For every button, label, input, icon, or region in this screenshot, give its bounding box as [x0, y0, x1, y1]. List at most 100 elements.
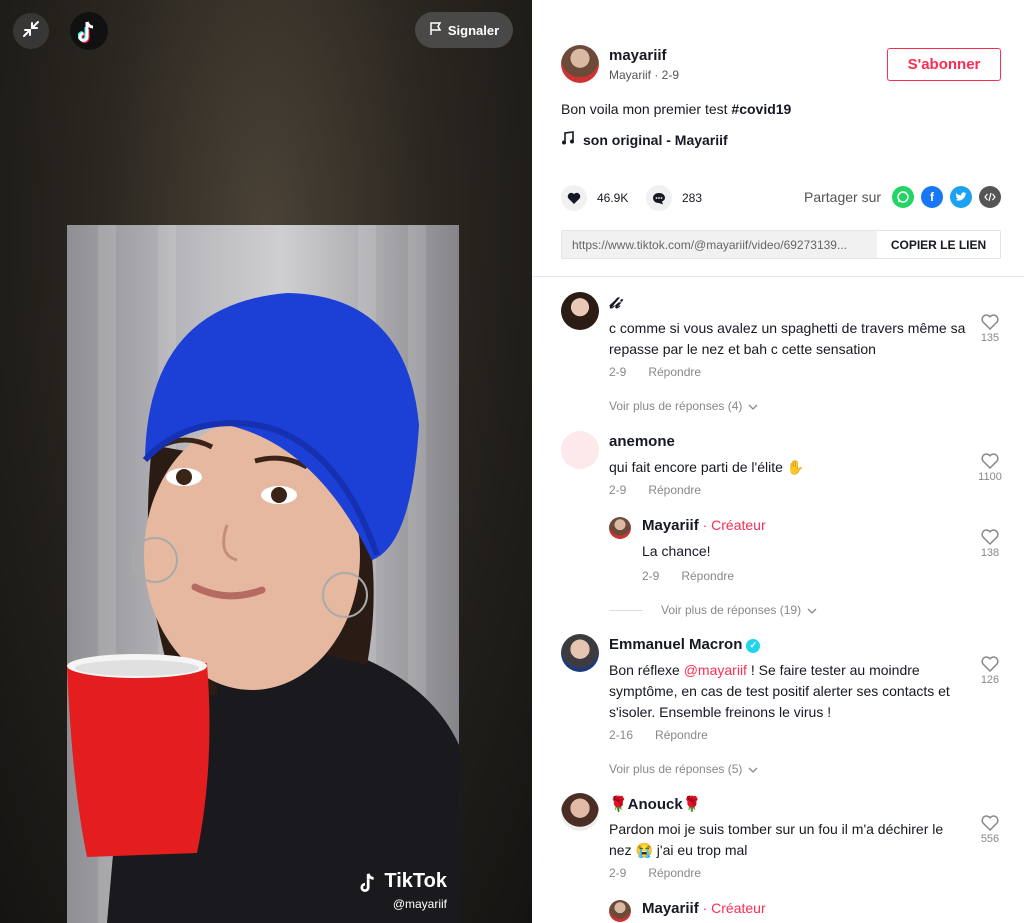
- like-count: 46.9K: [597, 191, 629, 205]
- comment-meta: 2-9 Répondre: [609, 866, 701, 880]
- heart-outline-icon: [981, 453, 999, 469]
- info-panel: mayariif Mayariif · 2-9 S'abonner Bon vo…: [532, 0, 1024, 923]
- reply-button[interactable]: Répondre: [648, 365, 701, 379]
- verified-icon: ✓: [746, 638, 761, 653]
- reply-text: La chance!: [642, 543, 711, 559]
- commenter-avatar[interactable]: [561, 793, 599, 831]
- report-label: Signaler: [447, 22, 500, 38]
- chevron-down-icon: [807, 603, 817, 617]
- video-still: [67, 225, 459, 923]
- watermark-handle: @mayariif: [392, 897, 447, 911]
- comment-meta: 2-9 Répondre: [609, 365, 701, 379]
- comment-text: Bon réflexe @mayariif ! Se faire tester …: [609, 660, 969, 723]
- commenter-name-text: Emmanuel Macron: [609, 636, 743, 653]
- like-button[interactable]: 46.9K: [561, 185, 628, 211]
- reply-avatar[interactable]: [609, 900, 631, 922]
- caption-text: Bon voila mon premier test: [561, 101, 732, 117]
- author-display-date: Mayariif · 2-9: [609, 68, 680, 82]
- comment-like-count: 556: [980, 833, 1000, 845]
- reply-like-button[interactable]: 138: [972, 529, 1008, 559]
- divider: [609, 609, 643, 611]
- commenter-name[interactable]: 🌹Anouck🌹: [609, 795, 701, 813]
- reply-date: 2-9: [642, 569, 660, 583]
- video-watermark: TikTok @mayariif: [360, 870, 447, 911]
- comment-count: 283: [682, 191, 703, 205]
- comment-icon: [646, 185, 672, 211]
- reply-button[interactable]: Répondre: [648, 483, 701, 497]
- comment-date: 2-9: [609, 483, 627, 497]
- comment-list[interactable]: 𝓵𝓲 c comme si vous avalez un spaghetti d…: [532, 278, 1024, 923]
- commenter-name[interactable]: anemone: [609, 433, 675, 450]
- comment-date: 2-16: [609, 728, 634, 742]
- music-title: son original - Mayariif: [583, 131, 728, 148]
- comment-like-button[interactable]: 1100: [972, 453, 1008, 483]
- collapse-button[interactable]: [13, 13, 49, 49]
- view-more-replies-label: Voir plus de réponses (4): [609, 399, 743, 413]
- reply-meta: 2-9 Répondre: [642, 569, 734, 583]
- music-link[interactable]: son original - Mayariif: [561, 131, 728, 148]
- report-button[interactable]: Signaler: [415, 12, 513, 48]
- heart-icon: [561, 185, 587, 211]
- share-link-url[interactable]: https://www.tiktok.com/@mayariif/video/6…: [562, 231, 877, 258]
- twitter-icon[interactable]: [950, 186, 972, 208]
- comment-like-count: 1100: [978, 471, 1002, 483]
- comment-like-button[interactable]: 126: [972, 656, 1008, 686]
- embed-icon[interactable]: [979, 186, 1001, 208]
- reply-author-name: Mayariif: [642, 900, 699, 917]
- video-caption: Bon voila mon premier test #covid19: [561, 101, 791, 117]
- share-label: Partager sur: [804, 189, 882, 205]
- comment-text: qui fait encore parti de l'élite ✋: [609, 459, 805, 475]
- reply-button[interactable]: Répondre: [681, 569, 734, 583]
- author-username[interactable]: mayariif: [609, 47, 667, 64]
- reply-author[interactable]: Mayariif · Créateur: [642, 517, 766, 534]
- follow-button[interactable]: S'abonner: [887, 48, 1001, 81]
- facebook-icon[interactable]: f: [921, 186, 943, 208]
- reply-like-count: 138: [980, 547, 1000, 559]
- reply-avatar[interactable]: [609, 517, 631, 539]
- commenter-avatar[interactable]: [561, 292, 599, 330]
- watermark-brand: TikTok: [384, 870, 447, 892]
- comment-date: 2-9: [609, 365, 627, 379]
- view-more-replies-label: Voir plus de réponses (19): [661, 603, 802, 617]
- copy-link-button[interactable]: COPIER LE LIEN: [877, 231, 1000, 258]
- music-note-icon: [561, 131, 575, 148]
- heart-outline-icon: [981, 529, 999, 545]
- comment-button[interactable]: 283: [646, 185, 702, 211]
- caption-hashtag[interactable]: #covid19: [731, 101, 791, 117]
- comment-like-button[interactable]: 556: [972, 815, 1008, 845]
- view-more-replies[interactable]: Voir plus de réponses (19): [609, 603, 817, 617]
- reply-button[interactable]: Répondre: [648, 866, 701, 880]
- video-frame[interactable]: TikTok @mayariif: [67, 225, 459, 923]
- tiktok-icon: [360, 872, 375, 892]
- comment-text: Pardon moi je suis tomber sur un fou il …: [609, 821, 944, 858]
- creator-badge: · Créateur: [698, 517, 766, 533]
- heart-outline-icon: [981, 815, 999, 831]
- comment-like-button[interactable]: 135: [972, 314, 1008, 344]
- commenter-avatar[interactable]: [561, 634, 599, 672]
- flag-icon: [429, 21, 442, 39]
- comment-meta: 2-9 Répondre: [609, 483, 701, 497]
- whatsapp-icon[interactable]: [892, 186, 914, 208]
- reply-author[interactable]: Mayariif · Créateur: [642, 900, 766, 917]
- comment-text: c comme si vous avalez un spaghetti de t…: [609, 320, 966, 357]
- comment-meta: 2-16 Répondre: [609, 728, 708, 742]
- view-more-replies[interactable]: Voir plus de réponses (5): [609, 762, 758, 776]
- creator-badge: · Créateur: [698, 900, 766, 916]
- author-avatar[interactable]: [561, 45, 599, 83]
- comment-text-pre: Bon réflexe: [609, 662, 684, 678]
- comment-date: 2-9: [609, 866, 627, 880]
- comment-like-count: 126: [980, 674, 1000, 686]
- mention-link[interactable]: @mayariif: [684, 662, 747, 678]
- heart-outline-icon: [981, 314, 999, 330]
- video-player[interactable]: Signaler TikTok @mayariif: [0, 0, 532, 923]
- view-more-replies[interactable]: Voir plus de réponses (4): [609, 399, 758, 413]
- commenter-name[interactable]: Emmanuel Macron ✓: [609, 636, 761, 653]
- tiktok-logo[interactable]: [70, 12, 108, 50]
- commenter-name[interactable]: 𝓵𝓲: [609, 294, 620, 312]
- reply-author-name: Mayariif: [642, 517, 699, 534]
- video-header: mayariif Mayariif · 2-9 S'abonner Bon vo…: [532, 0, 1024, 277]
- commenter-avatar[interactable]: [561, 431, 599, 469]
- reply-button[interactable]: Répondre: [655, 728, 708, 742]
- collapse-icon: [22, 20, 40, 43]
- share-link-box: https://www.tiktok.com/@mayariif/video/6…: [561, 230, 1001, 259]
